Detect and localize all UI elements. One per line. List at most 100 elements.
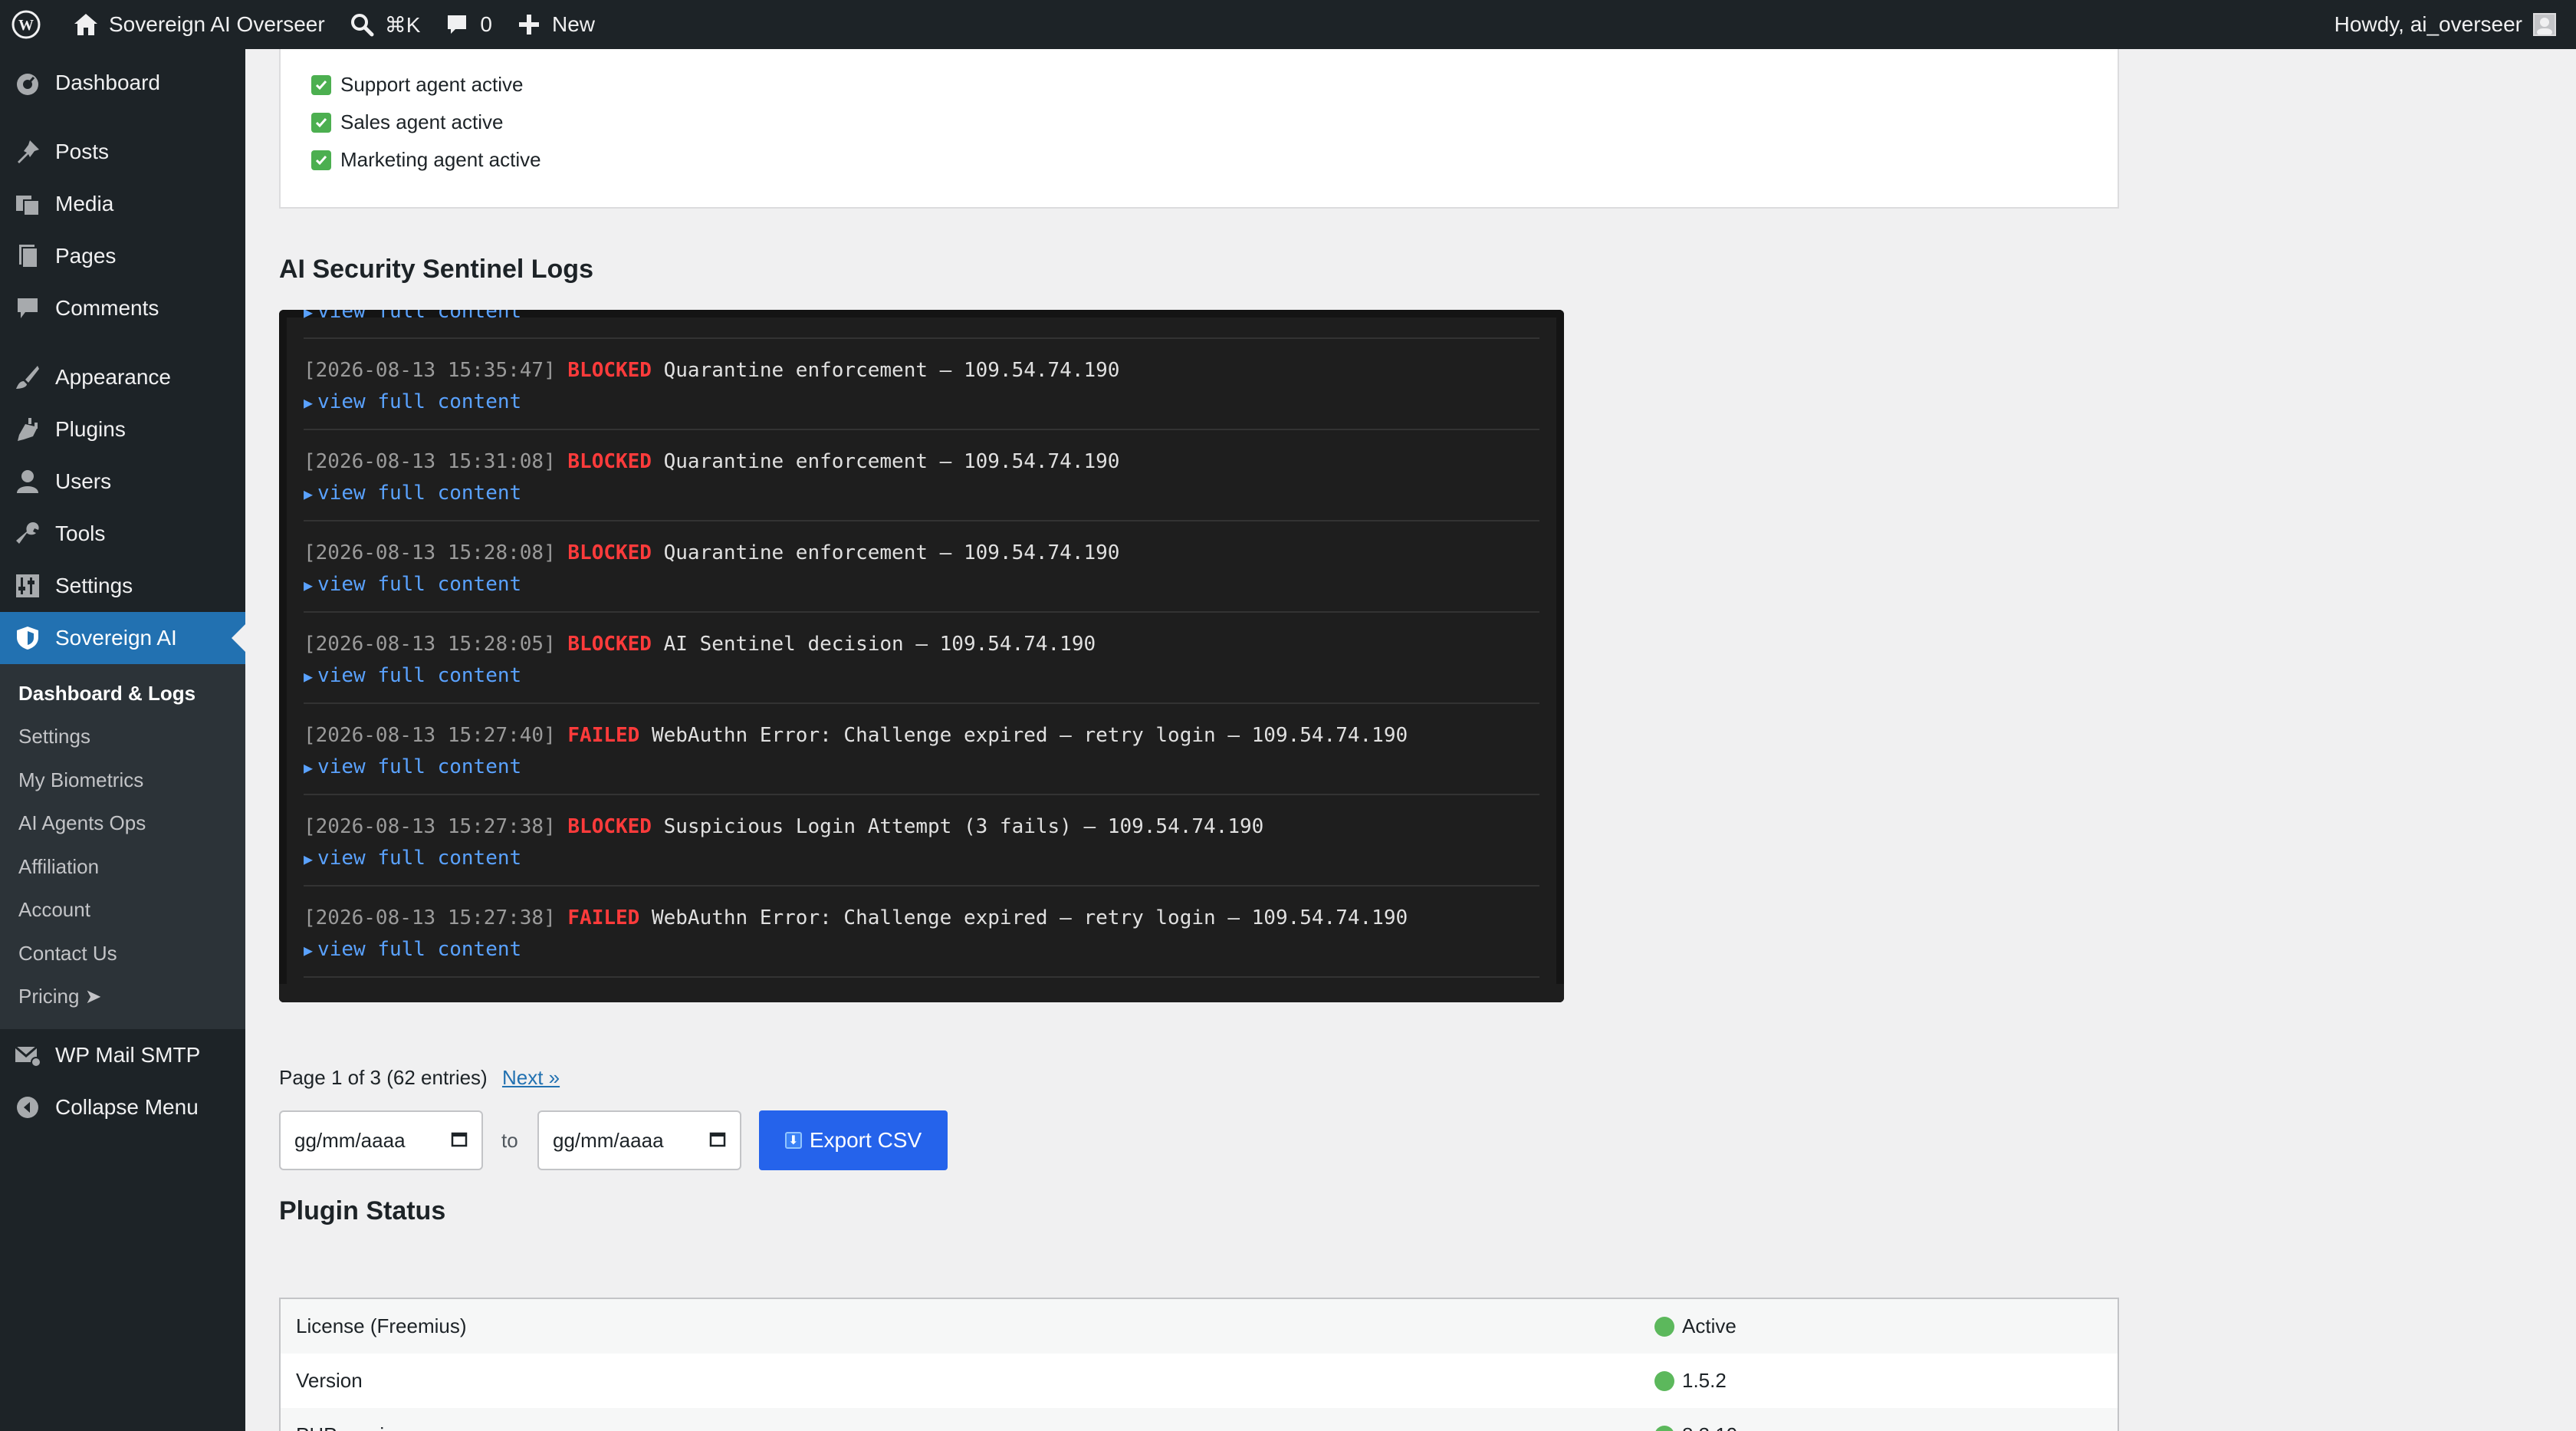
menu-label: Sovereign AI — [55, 626, 177, 650]
view-full-content-link[interactable]: ▶ view full content — [304, 752, 1539, 782]
search-shortcut-button[interactable]: ⌘K — [336, 0, 432, 49]
view-full-content-link[interactable]: ▶ view full content — [304, 934, 1539, 965]
submenu-contact-us[interactable]: Contact Us — [0, 932, 245, 975]
wrench-icon — [14, 520, 41, 548]
log-line: [2026-08-13 15:27:38] FAILED WebAuthn Er… — [304, 902, 1539, 934]
menu-media[interactable]: Media — [0, 178, 245, 230]
menu-appearance[interactable]: Appearance — [0, 351, 245, 403]
menu-label: Media — [55, 192, 114, 215]
export-csv-button[interactable]: ⬇ Export CSV — [759, 1110, 948, 1170]
log-status-badge: BLOCKED — [567, 359, 652, 382]
submenu-pricing[interactable]: Pricing ➤ — [0, 975, 245, 1019]
new-content-button[interactable]: New — [503, 0, 606, 49]
triangle-right-icon: ▶ — [304, 667, 314, 686]
date-from-placeholder: gg/mm/aaaa — [294, 1128, 406, 1152]
view-label: view full content — [317, 938, 522, 961]
log-entry: [2026-08-13 15:31:08] BLOCKED Quarantine… — [304, 430, 1539, 521]
log-status-badge: FAILED — [567, 906, 640, 929]
new-label: New — [551, 12, 595, 36]
menu-label: Tools — [55, 521, 106, 545]
menu-sovereign-ai[interactable]: Sovereign AI — [0, 612, 245, 664]
comments-count: 0 — [480, 12, 492, 36]
menu-settings[interactable]: Settings — [0, 560, 245, 612]
menu-label: Dashboard — [55, 71, 160, 94]
menu-tools[interactable]: Tools — [0, 508, 245, 560]
date-from-input[interactable]: gg/mm/aaaa — [279, 1110, 483, 1170]
submenu-ai-agents-ops[interactable]: AI Agents Ops — [0, 802, 245, 846]
search-shortcut: ⌘K — [384, 12, 421, 37]
view-full-content-link[interactable]: ▶ view full content — [304, 843, 1539, 873]
mail-icon — [14, 1041, 41, 1069]
comment-icon — [442, 9, 472, 40]
submenu-my-biometrics[interactable]: My Biometrics — [0, 758, 245, 802]
view-full-content-link[interactable]: ▶ view full content — [304, 569, 1539, 600]
view-full-content-link[interactable]: ▶ view full content — [304, 310, 521, 327]
log-entry: [2026-08-13 15:27:38] BLOCKED Suspicious… — [304, 795, 1539, 887]
log-line: [2026-08-13 15:28:05] BLOCKED AI Sentine… — [304, 628, 1539, 660]
submenu-settings[interactable]: Settings — [0, 716, 245, 759]
log-entry: [2026-08-13 15:27:40] FAILED WebAuthn Er… — [304, 704, 1539, 795]
menu-posts[interactable]: Posts — [0, 126, 245, 178]
menu-label: Pages — [55, 244, 117, 268]
status-row: PHP version 8.3.19 — [281, 1408, 2118, 1431]
date-to-input[interactable]: gg/mm/aaaa — [537, 1110, 741, 1170]
menu-comments[interactable]: Comments — [0, 282, 245, 334]
svg-text:W: W — [18, 17, 34, 34]
submenu-affiliation[interactable]: Affiliation — [0, 845, 245, 889]
plugin-status-title: Plugin Status — [279, 1196, 446, 1225]
log-message: AI Sentinel decision — 109.54.74.190 — [663, 633, 1096, 656]
menu-label: Appearance — [55, 365, 172, 389]
log-viewer[interactable]: ▶ view full content [2026-08-13 15:35:47]… — [279, 310, 1564, 1002]
logs-section-title: AI Security Sentinel Logs — [279, 255, 593, 284]
log-line: [2026-08-13 15:27:40] FAILED WebAuthn Er… — [304, 719, 1539, 752]
menu-pages[interactable]: Pages — [0, 230, 245, 282]
view-full-content-link[interactable]: ▶ view full content — [304, 387, 1539, 417]
log-message: Quarantine enforcement — 109.54.74.190 — [663, 450, 1120, 473]
view-full-content-link[interactable]: ▶ view full content — [304, 660, 1539, 691]
admin-sidebar: Dashboard Posts Media Pages Comments App… — [0, 49, 245, 1431]
log-list: [2026-08-13 15:35:47] BLOCKED Quarantine… — [304, 339, 1539, 978]
agents-status-card: Support agent active Sales agent active … — [279, 49, 2119, 209]
status-dot-icon — [1654, 1370, 1674, 1391]
pagination-text: Page 1 of 3 (62 entries) — [279, 1066, 488, 1089]
comments-button[interactable]: 0 — [431, 0, 503, 49]
shield-icon — [14, 624, 41, 652]
search-icon — [347, 9, 377, 40]
dashboard-icon — [14, 69, 41, 97]
log-entry: [2026-08-13 15:28:05] BLOCKED AI Sentine… — [304, 613, 1539, 704]
log-scroll-edge — [279, 984, 1564, 1002]
site-name: Sovereign AI Overseer — [109, 12, 325, 36]
log-entry: [2026-08-13 15:35:47] BLOCKED Quarantine… — [304, 339, 1539, 430]
collapse-menu-button[interactable]: Collapse Menu — [0, 1081, 245, 1133]
wordpress-logo-button[interactable]: W — [0, 0, 60, 49]
site-name-link[interactable]: Sovereign AI Overseer — [60, 0, 336, 49]
view-full-content-link[interactable]: ▶ view full content — [304, 478, 1539, 508]
triangle-right-icon: ▶ — [304, 758, 314, 777]
triangle-right-icon: ▶ — [304, 850, 314, 868]
status-value-text: Active — [1682, 1314, 1737, 1337]
submenu-account[interactable]: Account — [0, 889, 245, 933]
view-label: view full content — [317, 755, 522, 778]
howdy-text: Howdy, ai_overseer — [2334, 12, 2522, 36]
status-dot-icon — [1654, 1316, 1674, 1337]
log-entry: [2026-08-13 15:28:08] BLOCKED Quarantine… — [304, 521, 1539, 613]
log-status-badge: BLOCKED — [567, 541, 652, 564]
pin-icon — [14, 138, 41, 166]
menu-users[interactable]: Users — [0, 456, 245, 508]
menu-plugins[interactable]: Plugins — [0, 403, 245, 456]
status-value-text: 1.5.2 — [1682, 1369, 1727, 1392]
my-account[interactable]: Howdy, ai_overseer — [2334, 12, 2576, 37]
log-status-badge: BLOCKED — [567, 633, 652, 656]
menu-label: Posts — [55, 140, 110, 163]
menu-dashboard[interactable]: Dashboard — [0, 57, 245, 109]
status-row: Version 1.5.2 — [281, 1354, 2118, 1408]
next-page-link[interactable]: Next » — [502, 1066, 560, 1089]
status-key: License (Freemius) — [296, 1314, 467, 1337]
status-row: License (Freemius) Active — [281, 1299, 2118, 1354]
menu-wp-mail-smtp[interactable]: WP Mail SMTP — [0, 1029, 245, 1081]
log-message: Quarantine enforcement — 109.54.74.190 — [663, 359, 1120, 382]
log-line: [2026-08-13 15:35:47] BLOCKED Quarantine… — [304, 354, 1539, 387]
submenu-dashboard-logs[interactable]: Dashboard & Logs — [0, 672, 245, 716]
log-line: [2026-08-13 15:27:38] BLOCKED Suspicious… — [304, 811, 1539, 843]
view-label: view full content — [317, 573, 522, 596]
